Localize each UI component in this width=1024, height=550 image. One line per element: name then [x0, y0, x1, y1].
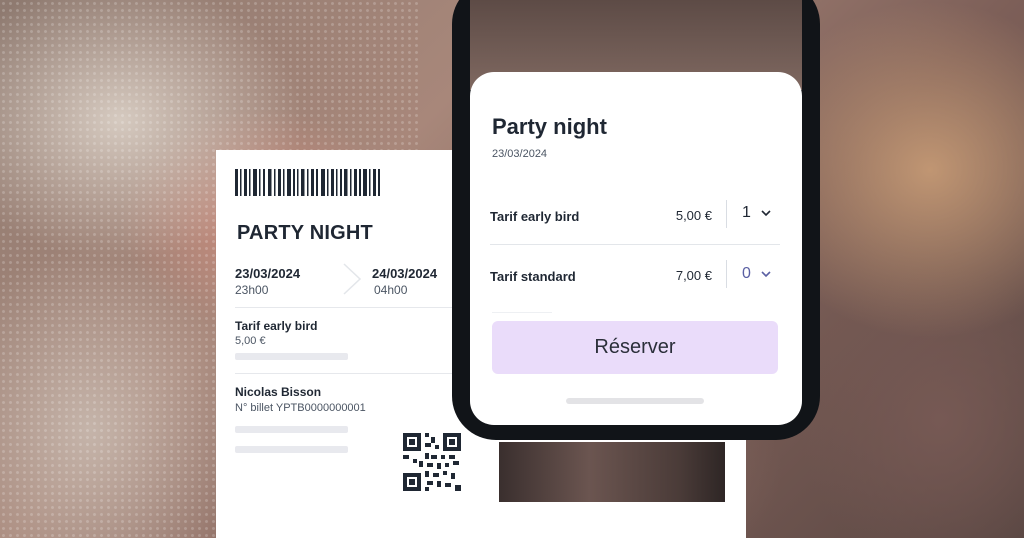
qr-code-icon	[403, 433, 461, 491]
placeholder-bar	[235, 426, 348, 433]
home-indicator	[566, 398, 704, 404]
ticket-tariff-label: Tarif early bird	[235, 319, 318, 333]
chevron-right-icon	[343, 263, 362, 295]
chevron-down-icon	[761, 271, 771, 278]
ticket-number: N° billet YPTB0000000001	[235, 402, 366, 414]
divider	[492, 312, 552, 313]
tariff-label: Tarif early bird	[490, 209, 580, 224]
quantity-value: 0	[742, 265, 751, 282]
separator	[726, 200, 727, 228]
chevron-down-icon	[761, 210, 771, 217]
tariff-label: Tarif standard	[490, 269, 576, 284]
tariff-price: 5,00 €	[675, 208, 712, 223]
divider	[235, 307, 455, 308]
separator	[726, 260, 727, 288]
quantity-value: 1	[742, 204, 751, 221]
ticket-end-time: 04h00	[374, 283, 408, 297]
reserve-button[interactable]: Réserver	[492, 321, 778, 374]
glass-photo	[499, 442, 725, 502]
event-title: Party night	[492, 114, 607, 139]
divider	[235, 373, 455, 374]
ticket-title: PARTY NIGHT	[237, 222, 373, 244]
divider	[490, 244, 780, 245]
placeholder-bar	[235, 446, 348, 453]
ticket-start-time: 23h00	[235, 283, 269, 297]
barcode-icon	[235, 169, 380, 196]
placeholder-bar	[235, 353, 348, 360]
booking-card: Party night 23/03/2024 Tarif early bird …	[470, 72, 802, 425]
ticket-holder-name: Nicolas Bisson	[235, 385, 322, 399]
ticket-end-date: 24/03/2024	[372, 266, 438, 281]
ticket-tariff-price: 5,00 €	[235, 335, 266, 347]
quantity-select[interactable]: 1	[732, 198, 782, 228]
event-date: 23/03/2024	[492, 148, 548, 160]
quantity-select[interactable]: 0	[732, 259, 782, 289]
tariff-price: 7,00 €	[675, 268, 712, 283]
ticket-start-date: 23/03/2024	[235, 266, 301, 281]
